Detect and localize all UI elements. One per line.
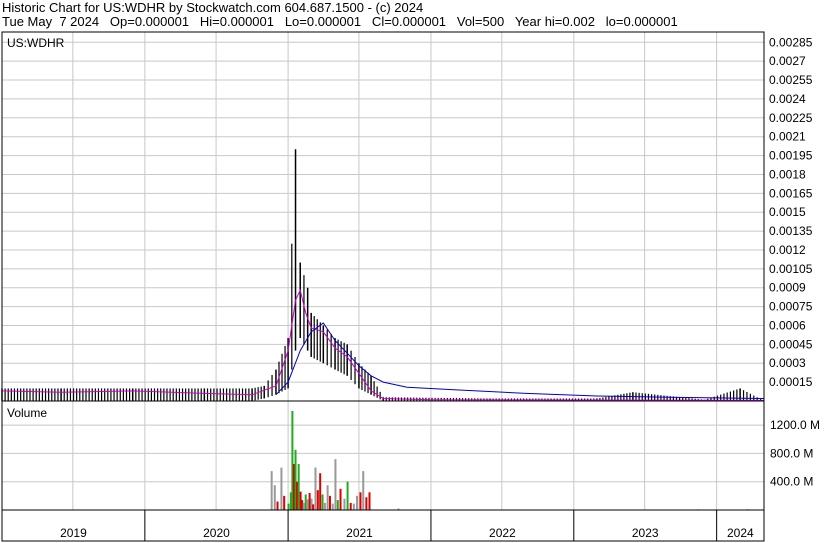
stock-chart: 0.00015 0.0003 0.00045 0.0006 0.00075 0.0009 0… — [1, 31, 820, 542]
volume-bar — [270, 471, 273, 510]
volume-bar — [297, 464, 300, 510]
volume-bar — [308, 493, 311, 510]
price-tick-label: 0.0024 — [769, 92, 806, 106]
symbol-label: US:WDHR — [7, 36, 65, 50]
volume-tick-label: 400.0 M — [770, 475, 813, 489]
volume-bar — [328, 495, 331, 510]
volume-bar — [362, 471, 365, 510]
volume-label: Volume — [7, 406, 48, 420]
price-tick-label: 0.0015 — [769, 205, 806, 219]
volume-bar — [339, 488, 342, 510]
volume-tick-label: 1200.0 M — [770, 418, 820, 432]
volume-bar — [334, 459, 337, 510]
volume-bar — [331, 503, 334, 510]
price-tick-label: 0.0021 — [769, 130, 806, 144]
volume-panel-frame — [1, 400, 765, 511]
price-tick-label: 0.00135 — [769, 224, 813, 238]
price-tick-label: 0.00045 — [769, 337, 813, 351]
volume-bar — [352, 503, 355, 510]
volume-bar — [365, 497, 368, 510]
price-tick-label: 0.00255 — [769, 73, 813, 87]
year-tick-label: 2024 — [727, 526, 754, 540]
price-tick-label: 0.00195 — [769, 149, 813, 163]
price-grid — [2, 32, 764, 510]
price-tick-label: 0.0012 — [769, 243, 806, 257]
price-tick-label: 0.0027 — [769, 54, 806, 68]
volume-bar — [346, 481, 349, 510]
price-panel-frame — [1, 31, 765, 402]
year-tick-label: 2020 — [203, 526, 230, 540]
volume-bar — [287, 503, 290, 510]
volume-marks — [270, 411, 749, 511]
volume-bar — [312, 504, 315, 510]
year-tick-label: 2023 — [632, 526, 659, 540]
price-tick-label: 0.0006 — [769, 318, 806, 332]
volume-bar — [323, 502, 326, 510]
moving-average-long-line — [275, 322, 765, 399]
volume-grid — [2, 424, 764, 483]
volume-bar — [280, 467, 283, 510]
price-tick-label: 0.0018 — [769, 167, 806, 181]
price-tick-label: 0.00165 — [769, 186, 813, 200]
price-tick-label: 0.00075 — [769, 300, 813, 314]
volume-bar — [359, 492, 362, 510]
volume-bar — [273, 485, 276, 510]
volume-bar — [349, 502, 352, 510]
year-tick-label: 2021 — [346, 526, 373, 540]
volume-bar — [336, 500, 339, 510]
volume-tick-label: 800.0 M — [770, 446, 813, 460]
year-tick-label: 2022 — [489, 526, 516, 540]
volume-bar — [368, 492, 371, 510]
volume-bar — [326, 485, 329, 510]
volume-bar — [283, 495, 286, 510]
volume-bar — [304, 494, 307, 510]
volume-bar — [306, 499, 309, 510]
price-tick-label: 0.00015 — [769, 375, 813, 389]
year-tick-label: 2019 — [60, 526, 87, 540]
price-tick-label: 0.00285 — [769, 35, 813, 49]
volume-bar — [319, 473, 322, 510]
volume-bar — [316, 490, 319, 510]
price-tick-label: 0.00105 — [769, 262, 813, 276]
axes: 0.00015 0.0003 0.00045 0.0006 0.00075 0.0009 0… — [1, 31, 820, 542]
volume-bar — [321, 494, 324, 510]
price-tick-label: 0.00225 — [769, 111, 813, 125]
chart-window: Historic Chart for US:WDHR by Stockwatch… — [0, 0, 830, 543]
volume-bar — [302, 502, 305, 510]
volume-bar — [276, 501, 279, 510]
volume-bar — [343, 498, 346, 510]
price-tick-label: 0.0003 — [769, 356, 806, 370]
price-tick-label: 0.0009 — [769, 281, 806, 295]
volume-bar — [355, 495, 358, 510]
volume-bar — [314, 467, 317, 510]
